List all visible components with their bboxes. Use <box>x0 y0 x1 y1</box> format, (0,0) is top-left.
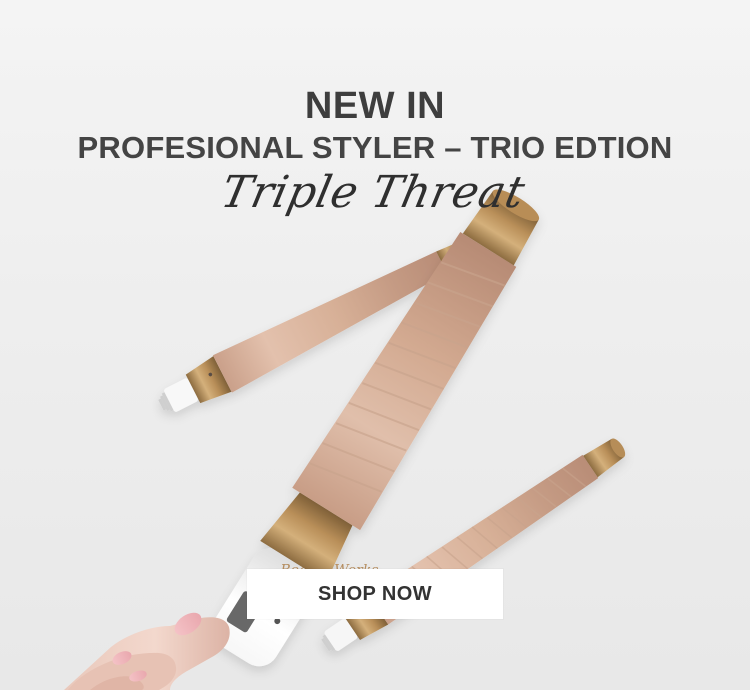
shop-now-button[interactable]: SHOP NOW <box>247 569 503 619</box>
hand <box>64 612 230 690</box>
hero-banner: Beauty Works <box>0 0 750 690</box>
